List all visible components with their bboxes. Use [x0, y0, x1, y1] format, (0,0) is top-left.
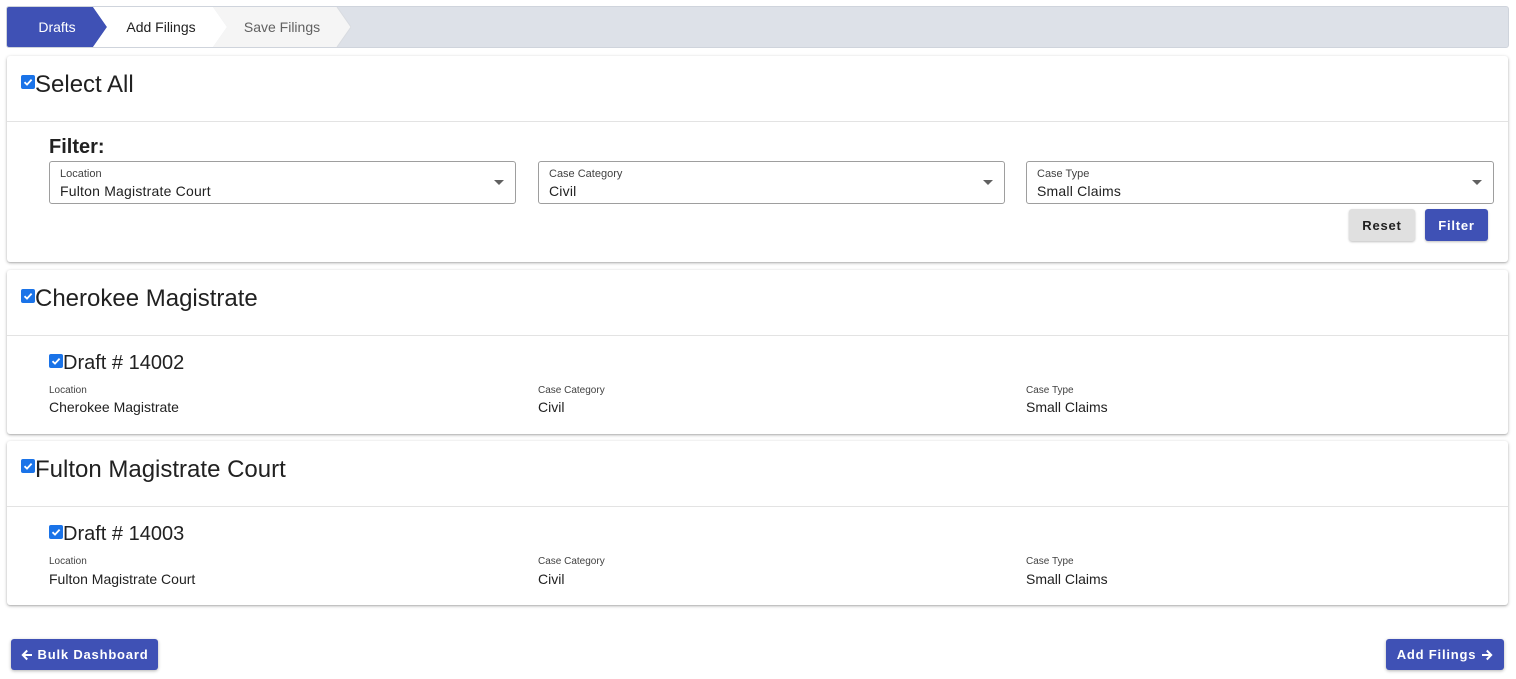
- draft-location-label: Location: [49, 385, 87, 396]
- reset-button[interactable]: Reset: [1349, 209, 1415, 241]
- group-header: Cherokee Magistrate: [7, 270, 1508, 336]
- checkmark-icon: [23, 462, 33, 470]
- arrow-right-icon: [1482, 649, 1493, 660]
- case-category-select[interactable]: Case Category Civil: [538, 161, 1005, 204]
- group-header: Fulton Magistrate Court: [7, 441, 1508, 507]
- select-all-title: Select All: [35, 71, 134, 98]
- case-type-select-value: Small Claims: [1037, 183, 1122, 199]
- case-category-select-label: Case Category: [549, 168, 623, 180]
- add-filings-button[interactable]: Add Filings: [1386, 639, 1504, 670]
- caret-down-icon: [494, 180, 504, 185]
- draft-location-value: Cherokee Magistrate: [49, 399, 179, 415]
- select-all-header: Select All: [7, 56, 1508, 122]
- draft-case-category-label: Case Category: [538, 385, 605, 396]
- checkmark-icon: [51, 357, 61, 365]
- stepper: Drafts Add Filings Save Filings: [6, 6, 1509, 48]
- step-save-filings[interactable]: Save Filings: [213, 7, 351, 47]
- draft-case-type-value: Small Claims: [1026, 399, 1108, 415]
- checkmark-icon: [23, 78, 33, 86]
- select-all-card: Select All Filter: Location Fulton Magis…: [7, 56, 1508, 262]
- step-drafts[interactable]: Drafts: [7, 7, 107, 47]
- step-add-filings-label: Add Filings: [126, 19, 196, 35]
- draft-title: Draft # 14002: [63, 352, 185, 374]
- group-card-fulton: Fulton Magistrate Court Draft # 14003 Lo…: [7, 441, 1508, 605]
- checkmark-icon: [23, 292, 33, 300]
- bulk-dashboard-button[interactable]: Bulk Dashboard: [11, 639, 158, 670]
- location-select[interactable]: Location Fulton Magistrate Court: [49, 161, 516, 204]
- group-checkbox[interactable]: [21, 289, 35, 303]
- add-filings-label: Add Filings: [1396, 647, 1477, 662]
- filter-button[interactable]: Filter: [1425, 209, 1488, 241]
- draft-title: Draft # 14003: [63, 523, 185, 545]
- draft-case-category-value: Civil: [538, 399, 565, 415]
- location-select-label: Location: [60, 168, 102, 180]
- step-drafts-label: Drafts: [38, 19, 76, 35]
- select-all-checkbox[interactable]: [21, 75, 35, 89]
- arrow-left-icon: [20, 649, 32, 660]
- draft-case-type-value: Small Claims: [1026, 571, 1108, 587]
- caret-down-icon: [1472, 180, 1482, 185]
- checkmark-icon: [51, 528, 61, 536]
- draft-case-type-label: Case Type: [1026, 556, 1074, 567]
- group-checkbox[interactable]: [21, 459, 35, 473]
- draft-case-type-label: Case Type: [1026, 385, 1074, 396]
- draft-checkbox[interactable]: [49, 525, 63, 539]
- group-title: Fulton Magistrate Court: [35, 456, 286, 483]
- draft-location-value: Fulton Magistrate Court: [49, 571, 196, 587]
- draft-case-category-label: Case Category: [538, 556, 605, 567]
- step-save-filings-label: Save Filings: [243, 19, 321, 35]
- location-select-value: Fulton Magistrate Court: [60, 183, 211, 199]
- bulk-dashboard-label: Bulk Dashboard: [37, 647, 149, 662]
- draft-case-category-value: Civil: [538, 571, 565, 587]
- caret-down-icon: [983, 180, 993, 185]
- draft-location-label: Location: [49, 556, 87, 567]
- case-type-select[interactable]: Case Type Small Claims: [1026, 161, 1494, 204]
- case-category-select-value: Civil: [549, 183, 577, 199]
- draft-checkbox[interactable]: [49, 354, 63, 368]
- filter-label: Filter:: [49, 136, 105, 158]
- case-type-select-label: Case Type: [1037, 168, 1090, 180]
- step-add-filings[interactable]: Add Filings: [93, 7, 229, 47]
- group-card-cherokee: Cherokee Magistrate Draft # 14002 Locati…: [7, 270, 1508, 434]
- group-title: Cherokee Magistrate: [35, 285, 258, 312]
